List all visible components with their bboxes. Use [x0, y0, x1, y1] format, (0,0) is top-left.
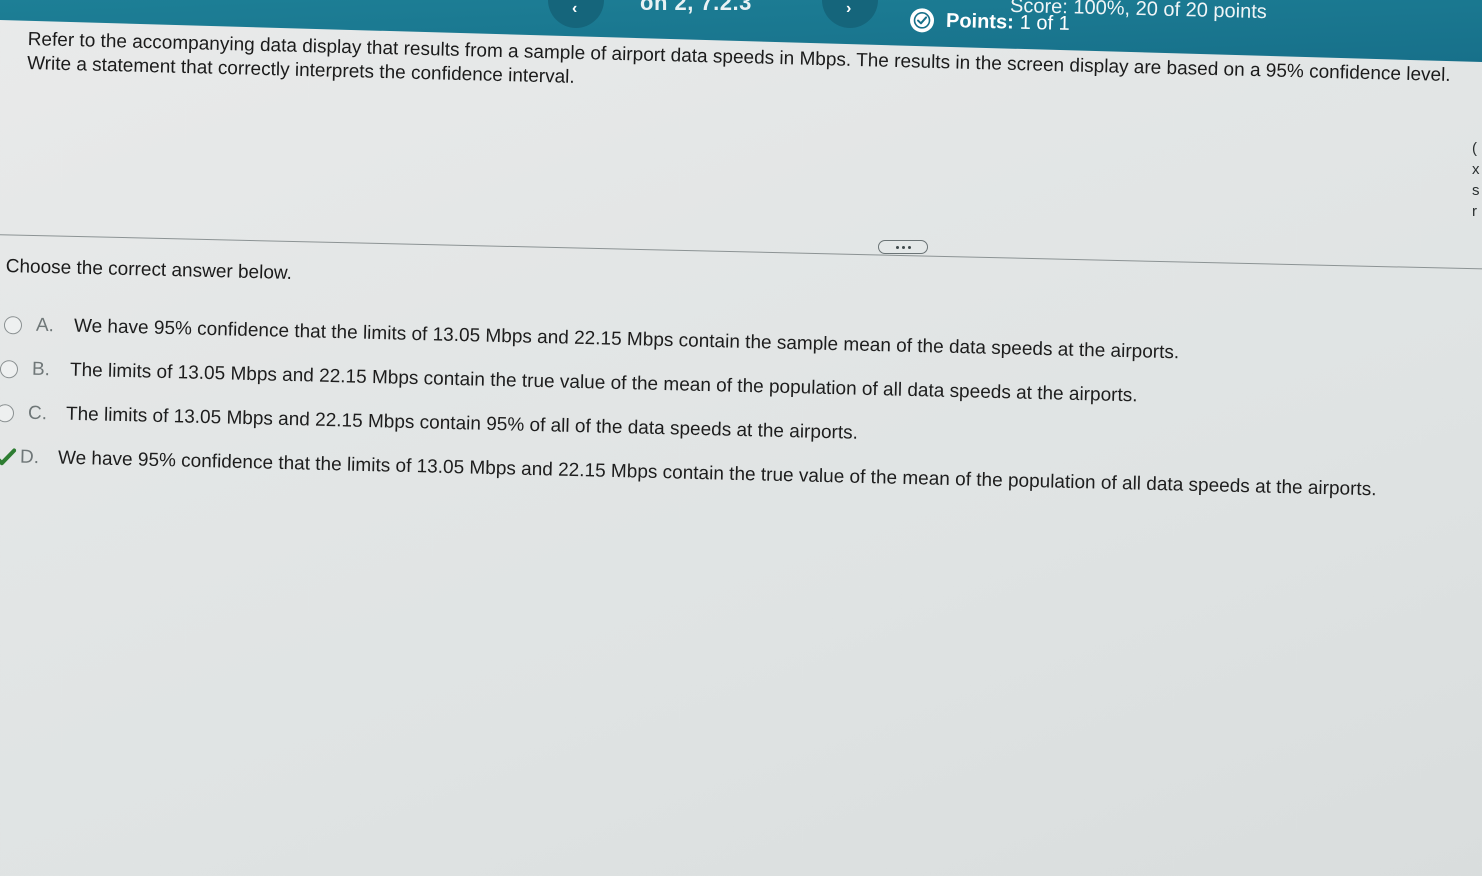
points-indicator: Points: 1 of 1 [909, 8, 1071, 36]
option-text: We have 95% confidence that the limits o… [73, 315, 1180, 364]
answer-option-b[interactable]: B. The limits of 13.05 Mbps and 22.15 Mb… [0, 358, 1138, 407]
more-button[interactable] [878, 240, 928, 254]
option-text: We have 95% confidence that the limits o… [57, 447, 1377, 501]
option-letter: B. [31, 358, 51, 381]
chevron-left-icon: ‹ [572, 0, 578, 17]
answer-option-c[interactable]: C. The limits of 13.05 Mbps and 22.15 Mb… [0, 402, 858, 445]
option-letter: A. [35, 314, 55, 337]
option-text: The limits of 13.05 Mbps and 22.15 Mbps … [65, 403, 859, 444]
option-text: The limits of 13.05 Mbps and 22.15 Mbps … [69, 359, 1138, 407]
radio-button[interactable] [3, 316, 23, 335]
points-value: 1 of 1 [1019, 11, 1071, 35]
correct-check-icon [0, 448, 17, 466]
points-label: Points: [945, 9, 1015, 34]
more-dots-icon [895, 245, 899, 249]
radio-button[interactable] [0, 404, 15, 423]
check-circle-icon [909, 8, 935, 33]
side-panel-edge: (x s r [1472, 140, 1480, 220]
option-letter: C. [27, 402, 48, 425]
radio-button[interactable] [0, 360, 19, 379]
instruction-text: Choose the correct answer below. [5, 256, 293, 284]
answer-option-d[interactable]: D. We have 95% confidence that the limit… [0, 446, 1377, 501]
answer-option-a[interactable]: A. We have 95% confidence that the limit… [3, 314, 1180, 364]
section-label: on 2, 7.2.3 [640, 0, 752, 15]
chevron-right-icon: › [846, 0, 852, 17]
option-letter: D. [19, 446, 40, 469]
